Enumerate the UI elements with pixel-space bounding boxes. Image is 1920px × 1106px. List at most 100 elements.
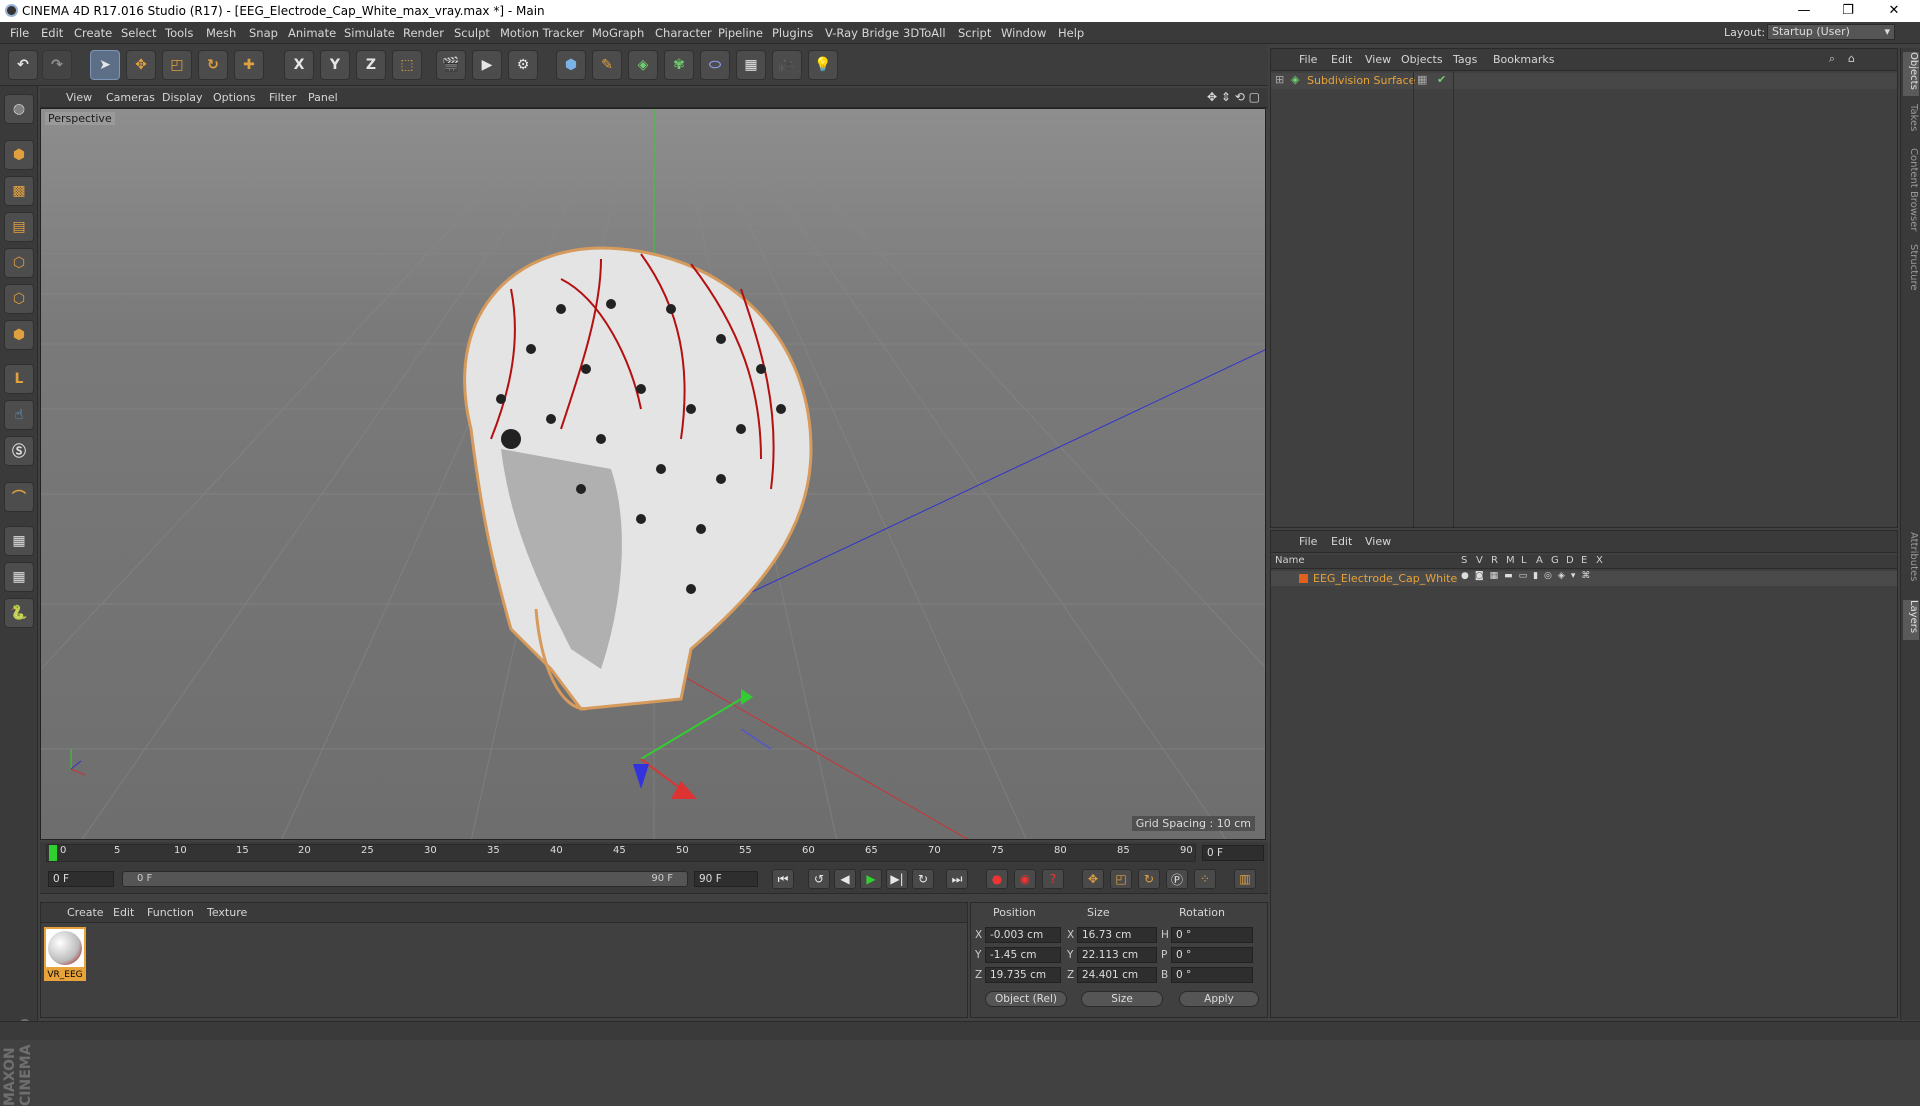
tab-takes[interactable]: Takes [1903, 104, 1919, 140]
size-mode-dropdown[interactable]: Size [1081, 991, 1163, 1007]
add-array-button[interactable]: ✾ [664, 50, 694, 80]
col-xref[interactable]: X [1596, 555, 1603, 566]
col-locked[interactable]: L [1521, 555, 1527, 566]
menu-tools[interactable]: Tools [165, 26, 193, 40]
pos-z-field[interactable]: 19.735 cm [985, 967, 1061, 983]
axis-mode-button[interactable]: L [4, 364, 34, 394]
object-row-subdivision-surface[interactable]: ⊞ ◈ Subdivision Surface ▦ ✔ [1271, 73, 1897, 89]
planar-workplane-button[interactable]: ▦ [4, 562, 34, 592]
menu-character[interactable]: Character [655, 26, 712, 40]
tab-content-browser[interactable]: Content Browser [1903, 148, 1919, 234]
polygons-mode-button[interactable]: ⬢ [4, 320, 34, 350]
add-floor-button[interactable]: ▦ [736, 50, 766, 80]
col-view[interactable]: V [1476, 555, 1483, 566]
layer-row-eeg-cap[interactable]: EEG_Electrode_Cap_White ●◙▦▬▭▮◎◈▾⌘ [1271, 571, 1897, 586]
col-deformers[interactable]: D [1566, 555, 1574, 566]
col-name[interactable]: Name [1275, 555, 1305, 566]
object-menu-objects[interactable]: Objects [1401, 53, 1443, 66]
workplane-mode-button[interactable]: ▤ [4, 212, 34, 242]
menu-snap[interactable]: Snap [249, 26, 278, 40]
col-render[interactable]: R [1491, 555, 1498, 566]
key-scale-button[interactable]: ◰ [1110, 869, 1132, 889]
col-manager[interactable]: M [1506, 555, 1515, 566]
rot-p-field[interactable]: 0 ° [1171, 947, 1253, 963]
layer-color-swatch[interactable] [1299, 574, 1308, 583]
size-z-field[interactable]: 24.401 cm [1077, 967, 1157, 983]
menu-vray-bridge[interactable]: V-Ray Bridge [825, 26, 899, 40]
expand-toggle-icon[interactable]: ⊞ [1275, 73, 1284, 86]
timeline-playhead[interactable] [49, 845, 57, 861]
object-menu-view[interactable]: View [1365, 53, 1391, 66]
magnet-button[interactable]: ⌒ [4, 482, 34, 512]
layer-menu-view[interactable]: View [1365, 535, 1391, 548]
menu-motion-tracker[interactable]: Motion Tracker [500, 26, 584, 40]
move-tool-button[interactable]: ✥ [126, 50, 156, 80]
key-pla-button[interactable]: ⁘ [1194, 869, 1216, 889]
pos-x-field[interactable]: -0.003 cm [985, 927, 1061, 943]
next-key-button[interactable]: ↻ [912, 869, 934, 889]
model-mode-button[interactable]: ⬢ [4, 140, 34, 170]
object-menu-edit[interactable]: Edit [1331, 53, 1352, 66]
layer-menu-edit[interactable]: Edit [1331, 535, 1352, 548]
menu-plugins[interactable]: Plugins [772, 26, 813, 40]
menu-file[interactable]: File [10, 26, 29, 40]
object-menu-tags[interactable]: Tags [1453, 53, 1477, 66]
pos-y-field[interactable]: -1.45 cm [985, 947, 1061, 963]
tweak-mode-button[interactable]: ☝ [4, 400, 34, 430]
goto-end-button[interactable]: ⏭ [946, 869, 968, 889]
render-settings-button[interactable]: ⚙ [508, 50, 538, 80]
viewport-nav-icons[interactable]: ✥ ⇕ ⟲ ▢ [1207, 90, 1260, 104]
next-frame-button[interactable]: ▶| [886, 869, 908, 889]
key-rotation-button[interactable]: ↻ [1138, 869, 1160, 889]
rot-h-field[interactable]: 0 ° [1171, 927, 1253, 943]
viewport-menu-filter[interactable]: Filter [269, 91, 296, 104]
menu-select[interactable]: Select [121, 26, 156, 40]
layout-select[interactable]: Startup (User) ▾ [1767, 24, 1895, 40]
key-parameter-button[interactable]: Ⓟ [1166, 869, 1188, 889]
goto-start-button[interactable]: ⏮ [772, 869, 794, 889]
add-light-button[interactable]: 💡 [808, 50, 838, 80]
add-spline-button[interactable]: ✎ [592, 50, 622, 80]
timeline-window-button[interactable]: ▥ [1234, 869, 1256, 889]
col-animation[interactable]: A [1536, 555, 1543, 566]
current-frame-field[interactable]: 0 F [1202, 845, 1264, 861]
rot-b-field[interactable]: 0 ° [1171, 967, 1253, 983]
menu-mesh[interactable]: Mesh [206, 26, 236, 40]
menu-sculpt[interactable]: Sculpt [454, 26, 490, 40]
menu-animate[interactable]: Animate [288, 26, 336, 40]
menu-pipeline[interactable]: Pipeline [718, 26, 763, 40]
points-mode-button[interactable]: ⬡ [4, 248, 34, 278]
size-x-field[interactable]: 16.73 cm [1077, 927, 1157, 943]
select-tool-button[interactable]: ➤ [90, 50, 120, 80]
viewport-menu-cameras[interactable]: Cameras [106, 91, 155, 104]
tab-objects[interactable]: Objects [1903, 52, 1919, 96]
timeline-ruler[interactable]: 0 5 10 15 20 25 30 35 40 45 50 55 60 65 … [40, 842, 1268, 864]
python-button[interactable]: 🐍 [4, 598, 34, 628]
coordinate-mode-dropdown[interactable]: Object (Rel) [985, 991, 1067, 1007]
add-deformer-button[interactable]: ⬭ [700, 50, 730, 80]
object-menu-file[interactable]: File [1299, 53, 1317, 66]
col-solo[interactable]: S [1461, 555, 1467, 566]
restore-button[interactable]: ❐ [1826, 0, 1870, 22]
enabled-check-icon[interactable]: ✔ [1437, 73, 1446, 86]
texture-mode-button[interactable]: ▩ [4, 176, 34, 206]
coordinate-system-button[interactable]: ⬚ [392, 50, 422, 80]
menu-help[interactable]: Help [1058, 26, 1084, 40]
tab-attributes[interactable]: Attributes [1903, 532, 1919, 592]
locked-workplane-button[interactable]: ▦ [4, 526, 34, 556]
col-expressions[interactable]: E [1581, 555, 1587, 566]
material-thumbnail[interactable] [44, 927, 86, 969]
perspective-viewport[interactable]: Perspective Grid Spacing : 10 cm [40, 108, 1266, 840]
add-cube-button[interactable]: ⬢ [556, 50, 586, 80]
tab-layers[interactable]: Layers [1903, 600, 1919, 640]
axis-z-lock-button[interactable]: Z [356, 50, 386, 80]
material-menu-texture[interactable]: Texture [207, 906, 247, 919]
rotate-tool-button[interactable]: ↻ [198, 50, 228, 80]
render-view-button[interactable]: 🎬 [436, 50, 466, 80]
add-camera-button[interactable]: 🎥 [772, 50, 802, 80]
menu-render[interactable]: Render [403, 26, 444, 40]
make-editable-button[interactable]: ◍ [4, 94, 34, 124]
edges-mode-button[interactable]: ⬡ [4, 284, 34, 314]
object-home-icon[interactable]: ⌂ [1848, 52, 1855, 65]
viewport-menu-display[interactable]: Display [162, 91, 203, 104]
